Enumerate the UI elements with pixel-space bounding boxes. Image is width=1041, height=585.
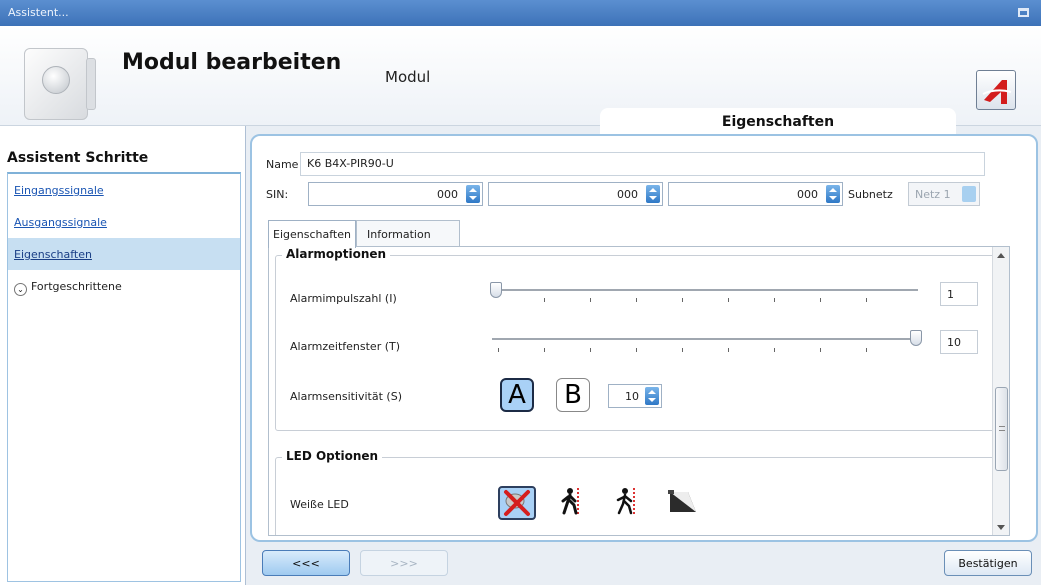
chevron-down-icon[interactable] [962,186,976,202]
wizard-steps-heading: Assistent Schritte [7,150,149,166]
subnet-label: Subnetz [848,188,893,201]
sensitivity-mode-a-button[interactable]: A [500,378,534,412]
chevron-down-icon[interactable]: ⌄ [14,283,27,296]
sensitivity-value: 10 [625,390,639,403]
sidebar-item-label[interactable]: Ausgangssignale [14,216,107,229]
properties-panel: Name K6 B4X-PIR90-U SIN: 000 000 000 Sub… [250,134,1038,542]
confirm-button[interactable]: Bestätigen [944,550,1032,576]
sin-stepper-1[interactable]: 000 [308,182,483,206]
sidebar-item-ausgangssignale[interactable]: Ausgangssignale [8,206,240,238]
white-led-label: Weiße LED [290,498,349,511]
alarm-sensitivity-label: Alarmsensitivität (S) [290,390,402,403]
stepper-arrows-icon[interactable] [645,387,659,405]
led-off-button[interactable] [498,486,536,520]
sin-label: SIN: [266,188,289,201]
window-titlebar: Assistent... [0,0,1041,26]
sidebar-item-label[interactable]: Eigenschaften [14,248,92,261]
tab-section-eigenschaften: Eigenschaften [600,108,956,134]
scroll-up-icon[interactable] [997,253,1005,258]
tab-eigenschaften[interactable]: Eigenschaften [268,220,356,248]
next-button[interactable]: >>> [360,550,448,576]
slider-track [492,338,918,340]
sidebar-item-fortgeschrittene[interactable]: ⌄ Fortgeschrittene [8,270,240,302]
scrollbar-thumb[interactable] [995,387,1008,471]
led-options-heading: LED Optionen [282,449,383,463]
wizard-steps-panel: Assistent Schritte Eingangssignale Ausga… [0,126,246,585]
led-light-button[interactable] [666,486,704,520]
walking-person-icon [616,488,635,515]
sensitivity-stepper[interactable]: 10 [608,384,662,408]
app-logo-icon[interactable] [976,70,1016,110]
sin-value-1: 000 [437,188,458,201]
led-options-group: LED Optionen Weiße LED [275,449,995,535]
name-label: Name [266,158,299,171]
slider-thumb[interactable] [490,282,502,298]
led-walking-button-2[interactable] [610,486,648,520]
alarm-options-heading: Alarmoptionen [282,247,391,261]
sin-value-2: 000 [617,188,638,201]
back-button[interactable]: <<< [262,550,350,576]
stepper-arrows-icon[interactable] [646,185,660,203]
subnet-select[interactable]: Netz 1 [908,182,980,206]
stepper-arrows-icon[interactable] [466,185,480,203]
sin-value-3: 000 [797,188,818,201]
alarm-window-value[interactable]: 10 [940,330,978,354]
wizard-steps-list: Eingangssignale Ausgangssignale Eigensch… [7,172,241,582]
main-area: Eigenschaften Name K6 B4X-PIR90-U SIN: 0… [246,108,1041,585]
scroll-down-icon[interactable] [997,525,1005,530]
alarm-window-label: Alarmzeitfenster (T) [290,340,401,353]
light-icon [668,490,696,512]
led-walking-button-1[interactable] [554,486,592,520]
alarm-options-group: Alarmoptionen Alarmimpulszahl (I) 1 Alar… [275,247,995,431]
device-image [20,44,98,126]
sidebar-item-label[interactable]: Eingangssignale [14,184,104,197]
maximize-icon[interactable] [1018,8,1029,17]
stepper-arrows-icon[interactable] [826,185,840,203]
walking-person-icon [561,488,579,515]
subnet-value: Netz 1 [915,188,951,201]
window-title: Assistent... [8,6,69,19]
sensitivity-mode-b-button[interactable]: B [556,378,590,412]
tab-information[interactable]: Information [356,220,460,246]
page-title: Modul bearbeiten [122,50,342,75]
alarm-impulse-value[interactable]: 1 [940,282,978,306]
sidebar-item-eingangssignale[interactable]: Eingangssignale [8,174,240,206]
slider-track [492,289,918,291]
sidebar-item-eigenschaften[interactable]: Eigenschaften [8,238,240,270]
vertical-scrollbar[interactable] [992,247,1009,535]
page-subtitle: Modul [385,68,431,86]
name-field[interactable]: K6 B4X-PIR90-U [300,152,985,176]
led-off-icon [504,490,530,516]
sin-stepper-3[interactable]: 000 [668,182,843,206]
properties-scroll-area: Alarmoptionen Alarmimpulszahl (I) 1 Alar… [268,246,1010,536]
sin-stepper-2[interactable]: 000 [488,182,663,206]
sidebar-item-label: Fortgeschrittene [31,280,122,293]
slider-thumb[interactable] [910,330,922,346]
alarm-impulse-label: Alarmimpulszahl (I) [290,292,397,305]
